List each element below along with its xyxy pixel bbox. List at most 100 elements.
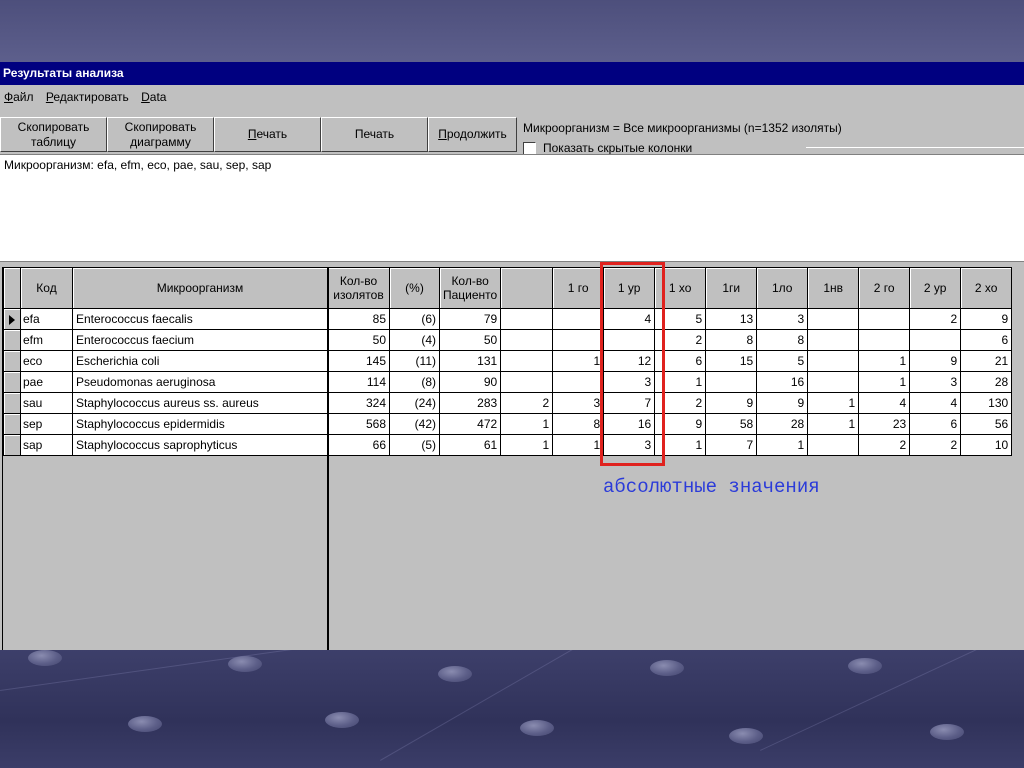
table-cell[interactable]: 9 [909, 350, 962, 372]
table-cell[interactable]: 15 [705, 350, 758, 372]
table-cell[interactable]: Staphylococcus epidermidis [72, 413, 328, 435]
table-cell[interactable]: pae [20, 371, 73, 393]
table-cell[interactable]: 28 [960, 371, 1013, 393]
table-cell[interactable]: 131 [438, 350, 502, 372]
table-cell[interactable] [500, 350, 554, 372]
table-cell[interactable]: (24) [389, 392, 440, 414]
table-cell[interactable]: (6) [389, 308, 440, 330]
table-cell[interactable] [552, 371, 605, 393]
table-cell[interactable]: 8 [705, 329, 758, 351]
table-cell[interactable]: Staphylococcus saprophyticus [72, 434, 328, 456]
table-cell[interactable]: 1 [756, 434, 809, 456]
table-cell[interactable]: 9 [960, 308, 1013, 330]
table-cell[interactable]: (4) [389, 329, 440, 351]
table-cell[interactable] [500, 329, 554, 351]
table-cell[interactable] [500, 371, 554, 393]
table-cell[interactable] [858, 308, 911, 330]
table-cell[interactable]: 50 [438, 329, 502, 351]
table-cell[interactable]: 16 [756, 371, 809, 393]
table-cell[interactable] [858, 329, 911, 351]
copy-chart-button[interactable]: Скопировать диаграмму [107, 117, 214, 152]
table-row[interactable]: eco Escherichia coli 145 (11) 131 1 12 6 15 5 1 9 21 [3, 350, 1013, 372]
table-cell[interactable]: 90 [438, 371, 502, 393]
table-cell[interactable]: 2 [909, 308, 962, 330]
table-cell[interactable]: 283 [438, 392, 502, 414]
table-cell[interactable]: 5 [756, 350, 809, 372]
table-cell[interactable]: 6 [909, 413, 962, 435]
table-cell[interactable]: 21 [960, 350, 1013, 372]
table-cell[interactable]: efm [20, 329, 73, 351]
table-row[interactable]: efa Enterococcus faecalis 85 (6) 79 4 5 13 3 2 9 [3, 308, 1013, 330]
column-header[interactable]: Кол-во изолятов [327, 267, 390, 309]
table-cell[interactable]: 4 [909, 392, 962, 414]
table-cell[interactable]: 23 [858, 413, 911, 435]
menu-file[interactable]: Файл [4, 90, 34, 104]
print-button-1[interactable]: Печать [214, 117, 321, 152]
table-cell[interactable]: 1 [552, 434, 605, 456]
row-selector[interactable] [3, 350, 21, 372]
filter-text-area[interactable]: Микроорганизм: efa, efm, eco, pae, sau, … [0, 154, 1024, 262]
table-cell[interactable]: 3 [756, 308, 809, 330]
show-hidden-columns-checkbox[interactable] [523, 141, 536, 155]
column-header[interactable]: Кол-во Пациенто [438, 267, 502, 309]
table-cell[interactable]: 9 [756, 392, 809, 414]
table-cell[interactable]: 324 [327, 392, 390, 414]
table-cell[interactable]: 2 [500, 392, 554, 414]
table-row[interactable]: efm Enterococcus faecium 50 (4) 50 2 8 8 6 [3, 329, 1013, 351]
table-cell[interactable]: 3 [552, 392, 605, 414]
column-header[interactable]: 2 хо [960, 267, 1013, 309]
column-header[interactable] [500, 267, 554, 309]
table-cell[interactable] [552, 329, 605, 351]
column-header[interactable]: Код [20, 267, 73, 309]
table-row[interactable]: sap Staphylococcus saprophyticus 66 (5) 61 1 1… [3, 434, 1013, 456]
table-cell[interactable]: efa [20, 308, 73, 330]
table-cell[interactable]: sep [20, 413, 73, 435]
table-cell[interactable]: 3 [909, 371, 962, 393]
table-cell[interactable]: (11) [389, 350, 440, 372]
continue-button[interactable]: Продолжить [428, 117, 517, 152]
table-row[interactable]: sep Staphylococcus epidermidis 568 (42) 472 1… [3, 413, 1013, 435]
table-cell[interactable] [807, 434, 860, 456]
table-cell[interactable]: 9 [705, 392, 758, 414]
table-cell[interactable]: 8 [756, 329, 809, 351]
table-cell[interactable]: 1 [500, 413, 554, 435]
copy-table-button[interactable]: Скопировать таблицу [0, 117, 107, 152]
table-cell[interactable]: Enterococcus faecium [72, 329, 328, 351]
table-cell[interactable]: 50 [327, 329, 390, 351]
table-cell[interactable]: sap [20, 434, 73, 456]
table-cell[interactable]: Enterococcus faecalis [72, 308, 328, 330]
column-header[interactable]: 1нв [807, 267, 860, 309]
table-cell[interactable] [909, 329, 962, 351]
table-cell[interactable]: Escherichia coli [72, 350, 328, 372]
table-cell[interactable]: 79 [438, 308, 502, 330]
table-cell[interactable] [807, 308, 860, 330]
table-cell[interactable] [807, 350, 860, 372]
table-cell[interactable]: Staphylococcus aureus ss. aureus [72, 392, 328, 414]
table-cell[interactable]: 2 [858, 434, 911, 456]
column-header[interactable]: Микроорганизм [72, 267, 328, 309]
table-cell[interactable] [807, 371, 860, 393]
table-cell[interactable]: 568 [327, 413, 390, 435]
table-cell[interactable]: 1 [500, 434, 554, 456]
menu-edit[interactable]: Редактировать [46, 90, 129, 104]
column-header[interactable]: 1 го [552, 267, 605, 309]
row-selector[interactable] [3, 308, 21, 330]
table-cell[interactable]: 61 [438, 434, 502, 456]
table-cell[interactable]: 13 [705, 308, 758, 330]
table-cell[interactable]: 2 [909, 434, 962, 456]
row-selector[interactable] [3, 392, 21, 414]
table-cell[interactable]: 58 [705, 413, 758, 435]
column-header[interactable]: 2 ур [909, 267, 962, 309]
column-header[interactable]: 2 го [858, 267, 911, 309]
table-cell[interactable]: 1 [552, 350, 605, 372]
table-cell[interactable]: 1 [858, 350, 911, 372]
table-cell[interactable]: 6 [960, 329, 1013, 351]
table-cell[interactable] [500, 308, 554, 330]
row-selector[interactable] [3, 413, 21, 435]
column-header[interactable]: 1ги [705, 267, 758, 309]
table-cell[interactable]: 1 [807, 392, 860, 414]
table-cell[interactable]: (42) [389, 413, 440, 435]
table-cell[interactable]: 1 [807, 413, 860, 435]
table-cell[interactable]: 114 [327, 371, 390, 393]
column-header[interactable]: 1ло [756, 267, 809, 309]
